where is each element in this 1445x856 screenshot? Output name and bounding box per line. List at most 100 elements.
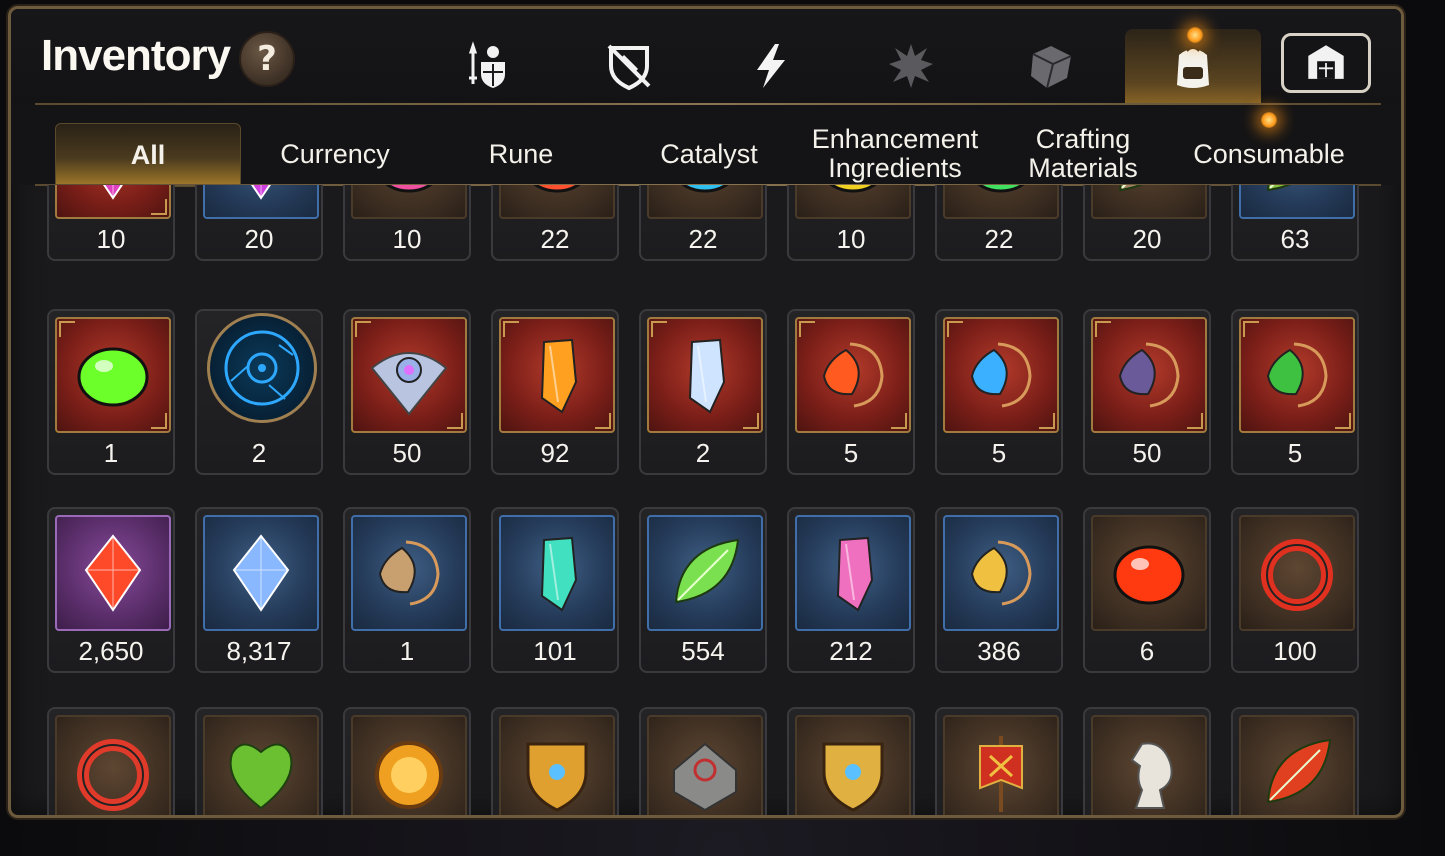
- inventory-slot[interactable]: 386: [935, 507, 1063, 673]
- inventory-slot[interactable]: 20: [1083, 185, 1211, 261]
- item-count: 50: [392, 438, 422, 468]
- item-thumbnail: [943, 317, 1059, 433]
- broken-shield-icon: [607, 44, 651, 91]
- inventory-slot[interactable]: 5: [1231, 309, 1359, 475]
- inventory-slot[interactable]: [935, 707, 1063, 815]
- item-thumbnail: [1239, 715, 1355, 815]
- inventory-slot[interactable]: 100: [1231, 507, 1359, 673]
- new-indicator: [1187, 27, 1203, 43]
- item-count: 1: [399, 636, 415, 666]
- inventory-slot[interactable]: 2,650: [47, 507, 175, 673]
- category-skill[interactable]: [723, 31, 819, 101]
- frame-corner: [1335, 413, 1351, 429]
- pink-stone-icon: [385, 185, 433, 193]
- inventory-slot[interactable]: 10: [787, 185, 915, 261]
- stone-compass-icon: [673, 742, 737, 812]
- item-count: 50: [1132, 438, 1162, 468]
- red-stone-icon: [533, 185, 581, 193]
- item-thumbnail: [351, 185, 467, 219]
- red-leaf-icon: [1266, 738, 1332, 804]
- inventory-slot[interactable]: 20: [195, 185, 323, 261]
- inventory-slot[interactable]: 50: [1083, 309, 1211, 475]
- inventory-slot[interactable]: [195, 707, 323, 815]
- inventory-slot[interactable]: 101: [491, 507, 619, 673]
- new-indicator: [1261, 112, 1277, 128]
- category-guild[interactable]: [1281, 33, 1371, 93]
- item-thumbnail: [943, 715, 1059, 815]
- category-equipment[interactable]: [441, 31, 537, 101]
- item-thumbnail: [795, 515, 911, 631]
- inventory-slot[interactable]: 92: [491, 309, 619, 475]
- item-thumbnail: [1239, 515, 1355, 631]
- item-thumbnail: [795, 317, 911, 433]
- item-thumbnail: [55, 515, 171, 631]
- item-thumbnail: [647, 715, 763, 815]
- inventory-slot[interactable]: [1083, 707, 1211, 815]
- inventory-slot[interactable]: [787, 707, 915, 815]
- inventory-window: Inventory ? All Currency Rune Catalyst E…: [8, 6, 1404, 818]
- item-count: 5: [991, 438, 1007, 468]
- inventory-slot[interactable]: 50: [343, 309, 471, 475]
- cube-icon: [1031, 46, 1072, 89]
- inventory-slot[interactable]: [47, 707, 175, 815]
- item-thumbnail: [1239, 317, 1355, 433]
- item-count: 6: [1139, 636, 1155, 666]
- inventory-slot[interactable]: [343, 707, 471, 815]
- tab-enhancement-ingredients[interactable]: Enhancement Ingredients: [805, 123, 985, 185]
- item-thumbnail: [499, 185, 615, 219]
- item-thumbnail: [351, 715, 467, 815]
- category-material[interactable]: [1003, 31, 1099, 101]
- item-thumbnail: [207, 313, 317, 423]
- inventory-slot[interactable]: [491, 707, 619, 815]
- inventory-slot[interactable]: 1: [343, 507, 471, 673]
- item-count: 212: [829, 636, 873, 666]
- category-armor[interactable]: [581, 31, 677, 101]
- item-thumbnail: [203, 185, 319, 219]
- lightning-icon: [757, 44, 785, 88]
- fist-emblem-icon: [822, 742, 884, 812]
- inventory-slot[interactable]: 2: [195, 309, 323, 475]
- inventory-slot[interactable]: 5: [935, 309, 1063, 475]
- inventory-slot[interactable]: 10: [343, 185, 471, 261]
- inventory-slot[interactable]: 554: [639, 507, 767, 673]
- inventory-slot[interactable]: 212: [787, 507, 915, 673]
- frame-corner: [151, 199, 167, 215]
- inventory-slot[interactable]: [639, 707, 767, 815]
- category-artifact[interactable]: [863, 31, 959, 101]
- gold-coin-icon: [375, 741, 443, 809]
- inventory-slot[interactable]: 2: [639, 309, 767, 475]
- fire-pendant-icon: [822, 342, 884, 408]
- purple-gem-icon: [251, 185, 271, 200]
- inventory-slot[interactable]: 22: [935, 185, 1063, 261]
- frame-corner: [651, 321, 667, 337]
- tab-label-line: Crafting: [1035, 124, 1131, 154]
- inventory-slot[interactable]: 8,317: [195, 507, 323, 673]
- help-button[interactable]: ?: [239, 31, 295, 87]
- item-thumbnail: [203, 515, 319, 631]
- item-count: 101: [533, 636, 577, 666]
- inventory-slot[interactable]: 10: [47, 185, 175, 261]
- item-thumbnail: [1091, 515, 1207, 631]
- star-amulet-icon: [970, 540, 1032, 606]
- tab-rune[interactable]: Rune: [431, 123, 611, 185]
- tab-all[interactable]: All: [55, 123, 241, 187]
- dark-pendant-icon: [1118, 342, 1180, 408]
- frame-corner: [891, 413, 907, 429]
- knight-shield-sword-icon: [468, 41, 505, 88]
- tab-catalyst[interactable]: Catalyst: [619, 123, 799, 185]
- item-thumbnail: [55, 185, 171, 219]
- item-thumbnail: [499, 715, 615, 815]
- item-thumbnail: [1091, 317, 1207, 433]
- pink-gem-icon: [103, 185, 123, 200]
- inventory-slot[interactable]: 6: [1083, 507, 1211, 673]
- item-thumbnail: [1239, 185, 1355, 219]
- inventory-slot[interactable]: 1: [47, 309, 175, 475]
- tab-currency[interactable]: Currency: [245, 123, 425, 185]
- inventory-slot[interactable]: 22: [491, 185, 619, 261]
- inventory-slot[interactable]: [1231, 707, 1359, 815]
- inventory-slot[interactable]: 5: [787, 309, 915, 475]
- tab-consumable[interactable]: Consumable: [1179, 123, 1359, 185]
- tab-crafting-materials[interactable]: Crafting Materials: [993, 123, 1173, 185]
- inventory-slot[interactable]: 63: [1231, 185, 1359, 261]
- inventory-slot[interactable]: 22: [639, 185, 767, 261]
